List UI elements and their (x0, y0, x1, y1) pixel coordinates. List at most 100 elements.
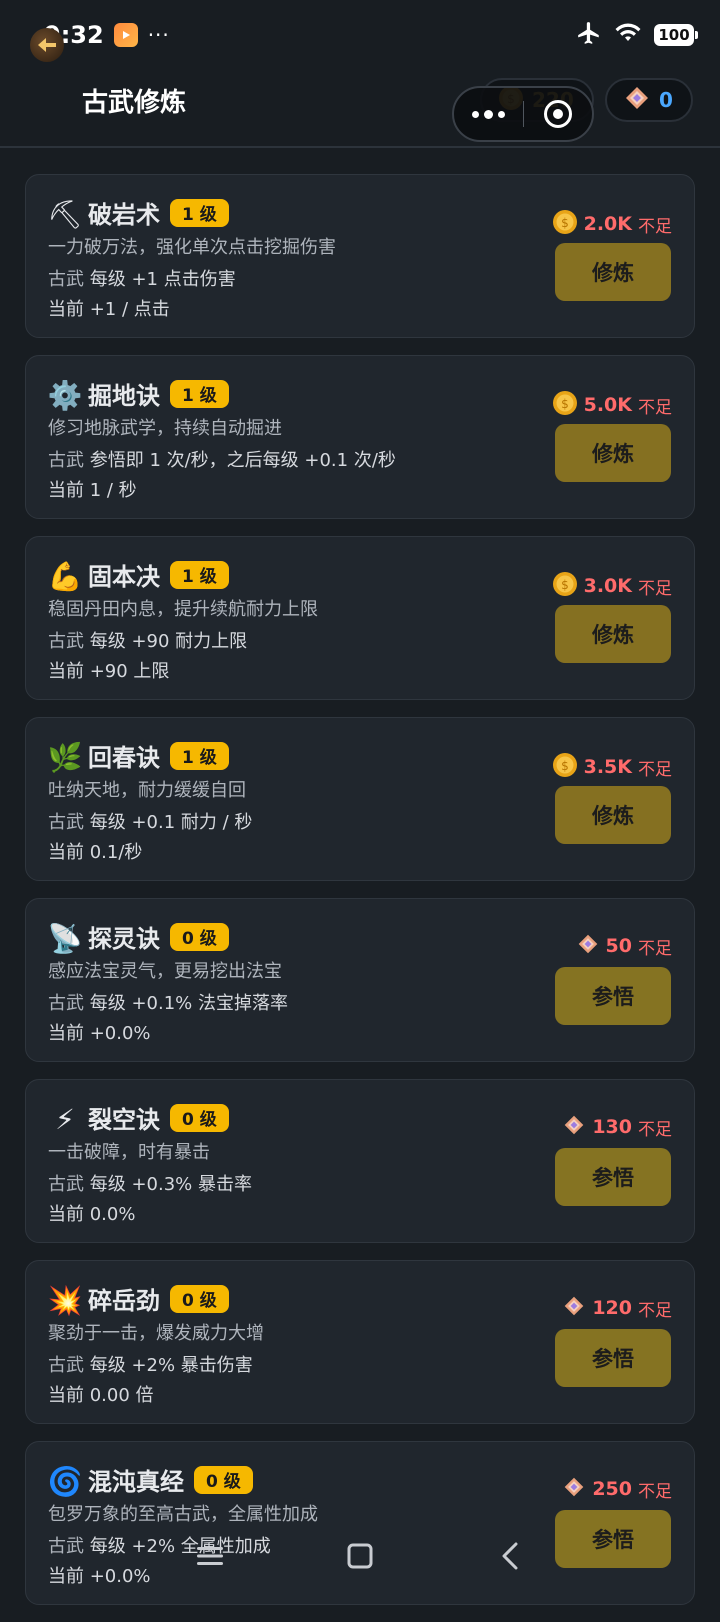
cost-value: 130 (592, 1116, 632, 1138)
skill-description: 一击破障，时有暴击 (48, 1142, 210, 1163)
cultivate-button[interactable]: 修炼 (555, 424, 671, 482)
video-app-icon (113, 23, 138, 47)
cost-value: 50 (605, 935, 632, 957)
skill-current: 当前 1 / 秒 (48, 480, 137, 501)
cost-display: 250 不足 (562, 1476, 672, 1502)
stat-text: 参悟即 1 次/秒，之后每级 +0.1 次/秒 (84, 450, 396, 471)
cost-display: $ 3.5K 不足 (552, 752, 672, 782)
stat-text: 每级 +0.1% 法宝掉落率 (84, 993, 288, 1014)
home-square-icon[interactable] (340, 1536, 380, 1576)
burst-icon: 💥 (47, 1283, 83, 1317)
comprehend-button[interactable]: 参悟 (555, 1329, 671, 1387)
skill-current: 当前 +1 / 点击 (48, 299, 170, 320)
skill-name: 掘地诀 (88, 382, 160, 410)
page-header: 古武修炼 $ 220 0 (0, 70, 720, 148)
mini-program-capsule (452, 86, 594, 142)
back-badge-icon[interactable] (30, 28, 64, 62)
cultivate-button[interactable]: 修炼 (555, 243, 671, 301)
skill-current: 当前 +0.0% (48, 1023, 151, 1044)
wifi-icon (614, 21, 642, 49)
cost-value: 250 (592, 1478, 632, 1500)
pickaxe-icon: ⛏ (47, 197, 83, 231)
cost-display: $ 5.0K 不足 (552, 390, 672, 420)
svg-text:$: $ (561, 216, 569, 230)
gem-balance[interactable]: 0 (605, 78, 693, 122)
cultivate-button[interactable]: 修炼 (555, 786, 671, 844)
skill-current: 当前 0.00 倍 (48, 1385, 154, 1406)
svg-text:$: $ (561, 397, 569, 411)
level-badge: 0 级 (170, 1103, 229, 1132)
stat-text: 每级 +90 耐力上限 (84, 631, 248, 652)
cost-display: 130 不足 (562, 1114, 672, 1140)
muscle-icon: 💪 (47, 559, 83, 593)
skill-card: ⚙️ 掘地诀 1 级 修习地脉武学，持续自动掘进 古武 参悟即 1 次/秒，之后每… (25, 355, 695, 519)
stat-prefix: 古武 (48, 1174, 84, 1195)
skill-name: 碎岳劲 (88, 1287, 160, 1315)
stat-prefix: 古武 (48, 631, 84, 652)
level-badge: 1 级 (170, 198, 229, 227)
airplane-icon (576, 20, 602, 50)
status-more-icon: ··· (147, 23, 170, 47)
svg-text:$: $ (561, 578, 569, 592)
gem-icon (623, 85, 651, 115)
lightning-icon: ⚡ (55, 1102, 75, 1136)
insufficient-label: 不足 (638, 578, 672, 599)
cultivate-button[interactable]: 修炼 (555, 605, 671, 663)
cost-display: $ 2.0K 不足 (552, 209, 672, 239)
page-title: 古武修炼 (82, 88, 187, 118)
level-badge: 1 级 (170, 379, 229, 408)
stat-text: 每级 +0.1 耐力 / 秒 (84, 812, 253, 833)
skill-card: 🌿 回春诀 1 级 吐纳天地，耐力缓缓自回 古武 每级 +0.1 耐力 / 秒 当… (25, 717, 695, 881)
menu-icon[interactable] (190, 1536, 230, 1576)
skill-description: 一力破万法，强化单次点击挖掘伤害 (48, 237, 336, 258)
stat-text: 每级 +0.3% 暴击率 (84, 1174, 252, 1195)
skill-stat: 古武 每级 +0.1 耐力 / 秒 (48, 808, 252, 834)
skill-stat: 古武 每级 +90 耐力上限 (48, 627, 247, 653)
skill-name: 破岩术 (88, 201, 160, 229)
skill-name: 固本决 (88, 563, 160, 591)
cost-value: 5.0K (583, 394, 632, 416)
spiral-icon: 🌀 (47, 1464, 83, 1498)
skill-card: 💪 固本决 1 级 稳固丹田内息，提升续航耐力上限 古武 每级 +90 耐力上限 … (25, 536, 695, 700)
gem-icon (562, 1476, 586, 1502)
cost-value: 120 (592, 1297, 632, 1319)
insufficient-label: 不足 (638, 1481, 672, 1502)
more-menu-icon[interactable] (454, 109, 523, 119)
system-nav-bar (0, 1526, 720, 1586)
insufficient-label: 不足 (638, 1119, 672, 1140)
skill-name: 裂空诀 (88, 1106, 160, 1134)
skill-card: ⚡ 裂空诀 0 级 一击破障，时有暴击 古武 每级 +0.3% 暴击率 当前 0.… (25, 1079, 695, 1243)
gear-icon: ⚙️ (47, 378, 83, 412)
gem-count: 0 (659, 88, 673, 112)
insufficient-label: 不足 (638, 938, 672, 959)
cost-display: 120 不足 (562, 1295, 672, 1321)
skill-description: 稳固丹田内息，提升续航耐力上限 (48, 599, 318, 620)
skill-stat: 古武 每级 +2% 暴击伤害 (48, 1351, 253, 1377)
skill-card: ⛏ 破岩术 1 级 一力破万法，强化单次点击挖掘伤害 古武 每级 +1 点击伤害 … (25, 174, 695, 338)
cost-value: 3.0K (583, 575, 632, 597)
skill-current: 当前 +90 上限 (48, 661, 170, 682)
skill-description: 聚劲于一击，爆发威力大增 (48, 1323, 264, 1344)
back-chevron-icon[interactable] (490, 1536, 530, 1576)
skill-card: 💥 碎岳劲 0 级 聚劲于一击，爆发威力大增 古武 每级 +2% 暴击伤害 当前 … (25, 1260, 695, 1424)
comprehend-button[interactable]: 参悟 (555, 1148, 671, 1206)
gem-icon (576, 933, 600, 959)
close-target-icon[interactable] (524, 100, 593, 128)
coin-icon: $ (552, 390, 578, 420)
skill-name: 回春诀 (88, 744, 160, 772)
comprehend-button[interactable]: 参悟 (555, 967, 671, 1025)
skill-stat: 古武 每级 +1 点击伤害 (48, 265, 236, 291)
skill-stat: 古武 参悟即 1 次/秒，之后每级 +0.1 次/秒 (48, 446, 396, 472)
cost-value: 3.5K (583, 756, 632, 778)
status-bar: 9:32 ··· 100 (0, 0, 720, 70)
battery-indicator: 100 (654, 24, 698, 46)
level-badge: 0 级 (170, 1284, 229, 1313)
skill-description: 包罗万象的至高古武，全属性加成 (48, 1504, 318, 1525)
insufficient-label: 不足 (638, 216, 672, 237)
coin-icon: $ (552, 209, 578, 239)
satellite-dish-icon: 📡 (47, 921, 83, 955)
skill-current: 当前 0.0% (48, 1204, 136, 1225)
level-badge: 1 级 (170, 560, 229, 589)
level-badge: 1 级 (170, 741, 229, 770)
level-badge: 0 级 (170, 922, 229, 951)
